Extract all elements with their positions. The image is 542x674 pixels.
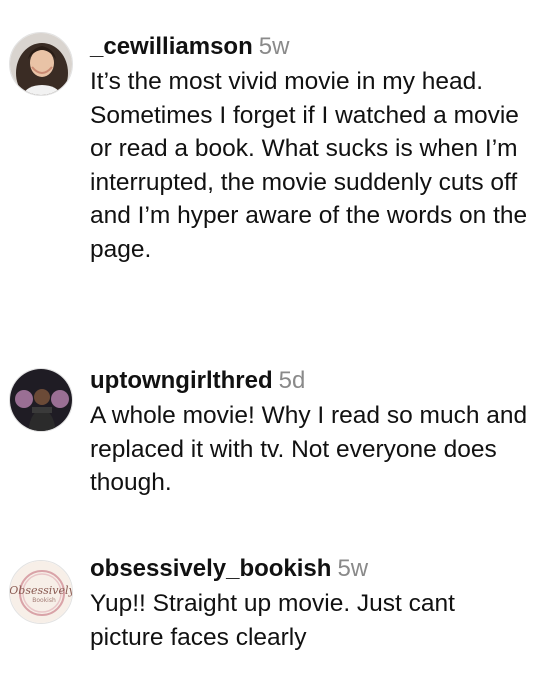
comment-text: It’s the most vivid movie in my head. So… [90,68,528,263]
comment-timestamp: 5w [258,33,290,60]
avatar-logo: Obsessively Bookish [10,561,73,623]
avatar[interactable]: Obsessively Bookish [9,560,73,624]
comment-username[interactable]: _cewilliamson [90,33,253,60]
comment-text: A whole movie! Why I read so much and re… [90,402,528,496]
svg-text:Obsessively: Obsessively [10,584,73,597]
avatar[interactable] [9,368,73,432]
svg-text:Bookish: Bookish [32,597,56,604]
comment-username[interactable]: obsessively_bookish [90,555,331,582]
comment-timestamp: 5d [278,367,306,394]
avatar-photo [10,33,72,95]
comment-text: Yup!! Straight up movie. Just cant pictu… [90,590,455,651]
comment-username[interactable]: uptowngirlthred [90,367,273,394]
avatar-photo [10,369,72,431]
comment-timestamp: 5w [337,555,369,582]
avatar[interactable] [9,32,73,96]
